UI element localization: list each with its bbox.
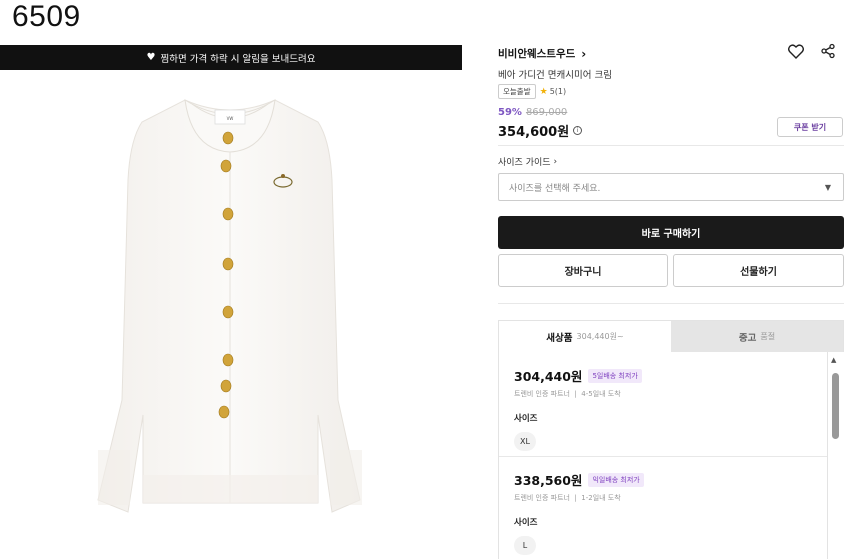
product-name: 베아 가디건 면캐시미어 크림 (498, 70, 612, 81)
tab-used-status: 품절 (760, 332, 776, 341)
offer-list: 304,440원 5일배송 최저가 트렌비 인증 파트너 | 4-5일내 도착 … (498, 352, 828, 559)
discount-rate: 59% (498, 107, 522, 118)
chevron-right-icon: › (581, 46, 587, 61)
tab-new[interactable]: 새상품 304,440원~ (499, 321, 671, 352)
condition-tabs: 새상품 304,440원~ 중고 품절 (498, 320, 844, 352)
size-guide-link[interactable]: 사이즈 가이드 › (498, 155, 558, 169)
divider (499, 456, 827, 457)
offer-meta: 트렌비 인증 파트너 | 1-2일내 도착 (514, 493, 827, 503)
brand-name: 비비안웨스트우드 (498, 48, 576, 60)
rating-value: 5(1) (549, 87, 567, 96)
today-ship-tag: 오늘출발 (498, 84, 536, 99)
caret-down-icon: ▼ (824, 183, 831, 192)
star-icon: ★ (539, 86, 548, 97)
meta-separator: | (572, 494, 582, 502)
page-id: 6509 (12, 0, 81, 33)
product-image: VW (0, 70, 462, 559)
size-chip[interactable]: XL (514, 432, 536, 451)
delivery-badge: 익일배송 최저가 (588, 472, 644, 487)
coupon-button[interactable]: 쿠폰 받기 (777, 117, 843, 137)
cart-button[interactable]: 장바구니 (498, 254, 668, 287)
offer-price: 338,560원 (514, 473, 583, 488)
info-icon[interactable]: i (573, 126, 583, 135)
delivery-time: 4-5일내 도착 (581, 390, 621, 398)
heart-icon[interactable] (787, 42, 805, 60)
seller: 트렌비 인증 파트너 (514, 390, 570, 398)
offer-item[interactable]: 304,440원 5일배송 최저가 트렌비 인증 파트너 | 4-5일내 도착 … (499, 366, 827, 451)
delivery-badge: 5일배송 최저가 (588, 368, 642, 383)
offer-size-label: 사이즈 (514, 518, 538, 528)
scroll-up-icon[interactable]: ▲ (831, 356, 836, 364)
divider (498, 145, 844, 146)
size-select[interactable]: 사이즈를 선택해 주세요. ▼ (498, 173, 844, 201)
offer-meta: 트렌비 인증 파트너 | 4-5일내 도착 (514, 389, 827, 399)
banner-text: 찜하면 가격 하락 시 알림을 보내드려요 (160, 53, 316, 65)
cardigan-image: VW (97, 99, 362, 513)
tab-new-price: 304,440원~ (576, 332, 624, 341)
size-select-placeholder: 사이즈를 선택해 주세요. (509, 183, 601, 194)
gift-button[interactable]: 선물하기 (673, 254, 844, 287)
svg-text:VW: VW (227, 116, 234, 121)
tab-used[interactable]: 중고 품절 (671, 321, 843, 352)
delivery-time: 1-2일내 도착 (581, 494, 621, 502)
brand-link[interactable]: 비비안웨스트우드 › (498, 46, 586, 61)
size-guide-label: 사이즈 가이드 (498, 158, 551, 168)
buy-now-button[interactable]: 바로 구매하기 (498, 216, 844, 249)
offer-size-label: 사이즈 (514, 414, 538, 424)
meta-separator: | (572, 390, 582, 398)
share-icon[interactable] (819, 42, 837, 60)
scrollbar[interactable]: ▲ (829, 356, 841, 559)
seller: 트렌비 인증 파트너 (514, 494, 570, 502)
heart-icon: ♥ (146, 52, 156, 63)
sale-price: 354,600원 (498, 125, 570, 140)
scrollbar-thumb[interactable] (832, 373, 839, 439)
offer-price: 304,440원 (514, 369, 583, 384)
tab-new-label: 새상품 (546, 332, 573, 344)
original-price: 869,000 (525, 107, 568, 118)
tab-used-label: 중고 (738, 332, 757, 344)
wishlist-banner: ♥ 찜하면 가격 하락 시 알림을 보내드려요 (0, 45, 462, 70)
divider (498, 303, 844, 304)
size-chip[interactable]: L (514, 536, 536, 555)
offer-item[interactable]: 338,560원 익일배송 최저가 트렌비 인증 파트너 | 1-2일내 도착 … (499, 470, 827, 555)
chevron-right-icon: › (553, 156, 558, 167)
rating[interactable]: ★ 5(1) (540, 87, 567, 97)
